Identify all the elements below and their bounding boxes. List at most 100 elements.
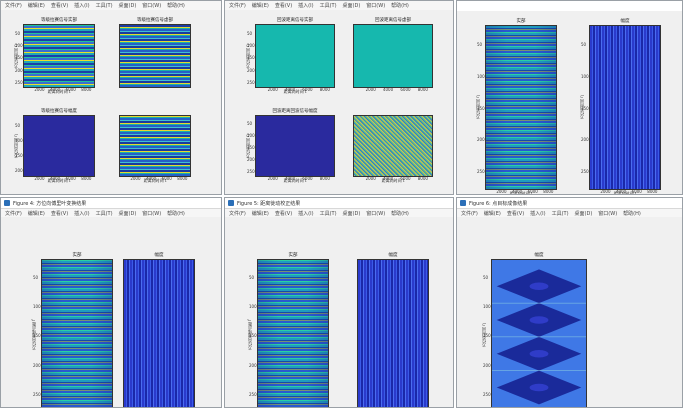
image-axes[interactable] [41,259,113,407]
image-axes[interactable] [23,115,95,177]
y-tick-label: 150 [15,55,23,61]
menu-item[interactable]: 帮助(H) [167,2,185,9]
subplot-title: 等级拉赛信号虚部 [137,18,173,23]
window-title: Figure 6: 点目标成像结果 [469,200,528,207]
y-tick-label: 50 [247,30,253,36]
image-axes[interactable] [491,259,587,407]
menu-item[interactable]: 桌面(D) [343,210,361,217]
menu-item[interactable]: 帮助(H) [391,2,409,9]
menu-item[interactable]: 桌面(D) [575,210,593,217]
y-tick-label: 100 [33,304,41,310]
y-tick-label: 150 [33,333,41,339]
menu-item[interactable]: 文件(F) [5,210,22,217]
menu-item[interactable]: 工具(T) [552,210,569,217]
subplot-title: 等级拉赛信号实部 [41,18,77,23]
menu-item[interactable]: 窗口(W) [366,210,385,217]
menu-item[interactable]: 文件(F) [5,2,22,9]
image-axes[interactable] [353,115,433,177]
menu-item[interactable]: 插入(I) [298,2,313,9]
y-tick-label: 150 [249,333,257,339]
image-axes[interactable] [255,115,335,177]
menu-item[interactable]: 插入(I) [74,210,89,217]
menu-item[interactable]: 查看(V) [275,210,292,217]
subplot: 等级拉赛信号幅度 距离向时间 t 方位向时间 η 2000 4000 6000 8000 50… [13,109,95,183]
subplot: 回波距离回波信号幅度 距离向时间 t 方位向时间 η 2000 4000 6000 8000… [245,109,335,183]
y-tick-label: 150 [247,145,255,151]
menu-item[interactable]: 文件(F) [461,210,478,217]
x-tick-label: 6000 [400,176,411,181]
x-tick-label: 6000 [65,176,76,181]
figure-window-3[interactable]: 实部 距离向时间 t 方位向时间 η 2000 4000 6000 8000 50 100 150… [456,0,683,195]
menu-item[interactable]: 插入(I) [530,210,545,217]
menu-item[interactable]: 查看(V) [51,210,68,217]
figure-canvas: 等级拉赛信号实部 距离向时间 t 方位向时间 η 2000 4000 6000 8000 50… [1,10,221,194]
image-axes[interactable] [589,25,661,190]
menu-item[interactable]: 窗口(W) [142,2,161,9]
x-tick-label: 6000 [631,189,642,194]
title-bar[interactable]: Figure 4: 方位向傅里叶变换结果 [1,198,221,209]
image-axes[interactable] [353,24,433,88]
menu-item[interactable]: 帮助(H) [623,210,641,217]
x-tick-label: 8000 [417,176,428,181]
menu-item[interactable]: 工具(T) [320,210,337,217]
menu-item[interactable]: 查看(V) [275,2,292,9]
image-axes[interactable] [357,259,429,407]
menu-item[interactable]: 编辑(E) [28,210,45,217]
figure-window-5[interactable]: Figure 5: 距离徙动校正结果 文件(F) 编辑(E) 查看(V) 插入(I) 工… [224,197,454,408]
menu-item[interactable]: 编辑(E) [484,210,501,217]
y-tick-label: 200 [247,67,255,73]
menu-item[interactable]: 工具(T) [96,2,113,9]
subplot: 幅度距离向时间 t2000400060008000 [123,253,195,407]
menu-item[interactable]: 工具(T) [96,210,113,217]
subplot: 实部距离向时间 t方位向频域点数 f2000400060008000501001… [247,253,329,407]
x-tick-label: 4000 [145,176,157,181]
y-tick-label: 150 [247,55,255,61]
title-bar[interactable]: Figure 6: 点目标成像结果 [457,198,682,209]
subplot-title: 幅度 [154,253,164,258]
menu-item[interactable]: 编辑(E) [252,210,269,217]
menu-item[interactable]: 编辑(E) [252,2,269,9]
menu-item[interactable]: 文件(F) [229,2,246,9]
menu-item[interactable]: 桌面(D) [119,2,137,9]
x-tick-label: 4000 [284,176,296,181]
figure-window-1[interactable]: 文件(F) 编辑(E) 查看(V) 插入(I) 工具(T) 桌面(D) 窗口(W) 帮助(H)… [0,0,222,195]
figure-window-2[interactable]: 文件(F) 编辑(E) 查看(V) 插入(I) 工具(T) 桌面(D) 窗口(W) 帮助(H)… [224,0,454,195]
image-axes[interactable] [123,259,195,407]
y-tick-label: 250 [33,391,41,397]
title-bar[interactable]: Figure 5: 距离徙动校正结果 [225,198,453,209]
focus-core [529,350,549,358]
image-axes[interactable] [257,259,329,407]
menu-item[interactable]: 文件(F) [229,210,246,217]
menu-item[interactable]: 帮助(H) [167,210,185,217]
menu-item[interactable]: 桌面(D) [343,2,361,9]
figure-window-6[interactable]: Figure 6: 点目标成像结果 文件(F) 编辑(E) 查看(V) 插入(I) 工具… [456,197,683,408]
menu-item[interactable]: 窗口(W) [142,210,161,217]
menu-item[interactable]: 插入(I) [74,2,89,9]
menu-item[interactable]: 查看(V) [507,210,524,217]
subplot-title: 等级拉赛信号幅度 [41,109,77,114]
x-tick-label: 6000 [161,176,172,181]
image-axes[interactable] [23,24,95,88]
menu-item[interactable]: 窗口(W) [598,210,617,217]
menu-item[interactable]: 工具(T) [320,2,337,9]
y-tick-label: 250 [15,79,23,85]
image-axes[interactable] [119,115,191,177]
y-tick-label: 200 [15,67,23,73]
y-tick-label: 50 [581,42,587,48]
image-plot [492,260,586,407]
subplot: 回波距离信号虚部 2000 4000 6000 8000 [353,18,433,92]
image-axes[interactable] [485,25,557,190]
menu-item[interactable]: 查看(V) [51,2,68,9]
menu-item[interactable]: 插入(I) [298,210,313,217]
y-tick-label: 100 [483,304,491,310]
menu-item[interactable]: 桌面(D) [119,210,137,217]
subplot: 实部 距离向时间 t 方位向时间 η 2000 4000 6000 8000 50 100 150… [475,19,557,194]
image-axes[interactable] [255,24,335,88]
figure-window-4[interactable]: Figure 4: 方位向傅里叶变换结果 文件(F) 编辑(E) 查看(V) 插入(I… [0,197,222,408]
menu-item[interactable]: 窗口(W) [366,2,385,9]
menu-item[interactable]: 帮助(H) [391,210,409,217]
figure-canvas: 幅度距离向时间 t方位向时间 η200040006000800050100150… [457,217,682,407]
image-axes[interactable] [119,24,191,88]
menu-item[interactable]: 编辑(E) [28,2,45,9]
x-tick-label: 4000 [49,87,61,92]
